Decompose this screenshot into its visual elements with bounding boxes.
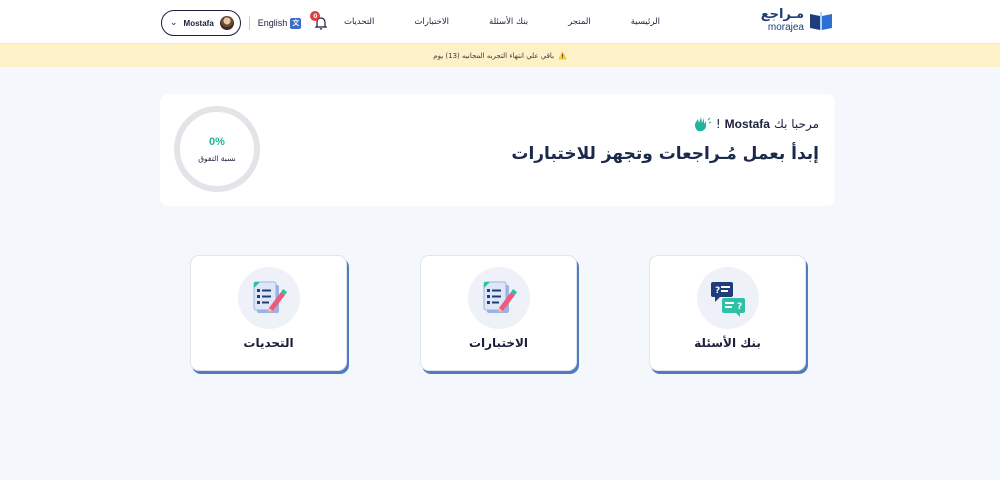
brand-text: مـراجع morajea [761, 8, 804, 33]
card-icon-circle: ? ? [697, 267, 759, 329]
card-question-bank[interactable]: ? ? بنك الأسئلة [649, 255, 806, 371]
greeting-text: مرحبا بك [773, 117, 819, 131]
greeting-line: مرحبا بك Mostafa ! [692, 116, 819, 132]
svg-text:?: ? [737, 302, 742, 312]
exam-checklist-icon [483, 281, 517, 313]
card-icon-circle [468, 267, 530, 329]
header-actions: ⌄ Mostafa English 文 0 [161, 10, 329, 36]
success-rate-ring: 0% نسبة التفوق [172, 104, 262, 194]
brand-logo[interactable]: مـراجع morajea [761, 8, 834, 33]
warning-icon: ⚠️ [558, 51, 567, 60]
greeting-user-name: Mostafa [724, 117, 770, 131]
header-divider [248, 16, 250, 30]
translate-icon: 文 [290, 17, 302, 29]
svg-text:?: ? [715, 286, 720, 296]
trial-banner-text: باقي علي انتهاء التجربه المجانيه (13) يو… [433, 51, 555, 60]
card-icon-circle [238, 267, 300, 329]
language-label: English [257, 18, 288, 28]
card-label: التحديات [243, 336, 294, 350]
welcome-headline: إبدأ بعمل مُـراجعات وتجهز للاختبارات [511, 144, 819, 164]
chevron-down-icon: ⌄ [170, 18, 178, 28]
user-name: Mostafa [183, 18, 214, 28]
brand-name-ar: مـراجع [760, 7, 804, 22]
nav-exams[interactable]: الاختبارات [394, 17, 469, 27]
user-menu-button[interactable]: ⌄ Mostafa [161, 10, 241, 36]
notifications-button[interactable]: 0 [310, 11, 329, 31]
challenge-checklist-icon [253, 281, 287, 313]
language-switch[interactable]: English 文 [257, 17, 302, 29]
question-bank-icon: ? ? [711, 282, 745, 317]
success-rate-value: 0% [209, 136, 225, 148]
nav-challenges[interactable]: التحديات [324, 17, 394, 27]
waving-hand-icon [694, 117, 712, 132]
main-nav: الرئيسية المتجر بنك الأسئلة الاختبارات ا… [324, 0, 680, 44]
greeting-exclaim: ! [715, 117, 721, 131]
card-challenges[interactable]: التحديات [190, 255, 347, 371]
card-label: بنك الأسئلة [694, 336, 761, 350]
card-exams[interactable]: الاختبارات [420, 255, 577, 371]
card-label: الاختبارات [468, 336, 529, 350]
welcome-card: مرحبا بك Mostafa ! إبدأ بعمل مُـراجعات و… [160, 94, 835, 206]
trial-banner: ⚠️ باقي علي انتهاء التجربه المجانيه (13)… [0, 44, 1000, 67]
avatar [219, 16, 234, 30]
top-header: مـراجع morajea الرئيسية المتجر بنك الأسئ… [0, 0, 1000, 44]
nav-store[interactable]: المتجر [548, 17, 611, 27]
success-rate-label: نسبة التفوق [198, 154, 236, 163]
nav-question-bank[interactable]: بنك الأسئلة [469, 17, 548, 27]
nav-home[interactable]: الرئيسية [611, 17, 680, 27]
progress-ring-graphic [174, 106, 260, 192]
brand-name-en: morajea [767, 22, 804, 33]
book-logo-icon [810, 11, 832, 30]
